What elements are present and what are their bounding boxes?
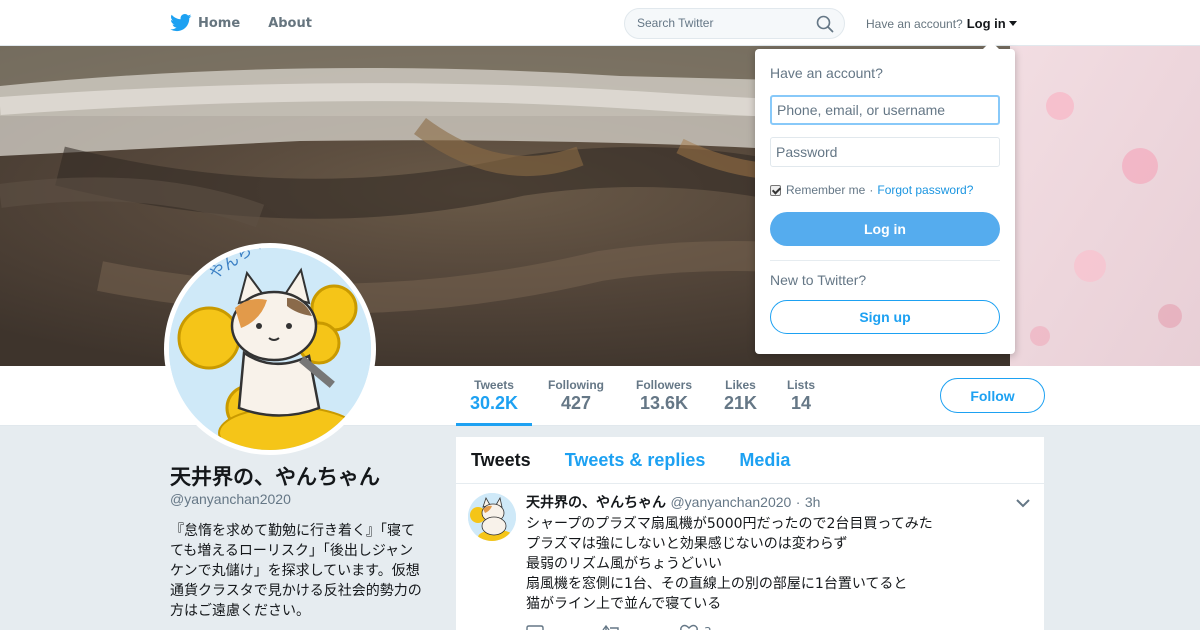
tweet-line: シャープのプラズマ扇風機が5000円だったので2台目買ってみた <box>526 516 933 532</box>
nav-home-link[interactable]: Home <box>170 14 240 32</box>
bio-line: 『怠惰を求めて勤勉に行き着く』「寝て <box>170 523 415 539</box>
stat-label: Likes <box>725 378 756 392</box>
new-to-twitter-text: New to Twitter? <box>770 272 867 288</box>
reply-icon[interactable] <box>526 624 544 630</box>
login-menu-trigger[interactable]: Have an account? Log in <box>866 16 1017 31</box>
stat-following[interactable]: Following 427 <box>548 378 604 414</box>
bio-line: 通貨クラスタで見かける反社会的勢力の <box>170 583 422 599</box>
stat-value: 14 <box>790 393 812 413</box>
nav-left: Home About <box>170 0 340 46</box>
stat-label: Followers <box>636 378 693 392</box>
like-count: 3 <box>704 625 712 630</box>
reply-action[interactable] <box>526 624 544 630</box>
signup-button[interactable]: Sign up <box>770 300 1000 334</box>
tweet-actions: 3 <box>526 624 770 630</box>
tweet-author-name[interactable]: 天井界の、やんちゃん <box>526 495 666 511</box>
stat-value: 30.2K <box>470 393 519 413</box>
stat-likes[interactable]: Likes 21K <box>724 378 757 414</box>
stat-label: Lists <box>787 378 816 392</box>
dropdown-title: Have an account? <box>770 65 883 81</box>
twitter-bird-icon <box>170 14 192 32</box>
caret-down-icon[interactable] <box>1008 21 1017 26</box>
stat-followers[interactable]: Followers 13.6K <box>636 378 692 414</box>
tab-tweets[interactable]: Tweets <box>471 450 531 471</box>
tweet[interactable]: 天井界の、やんちゃん @yanyanchan2020 · 3h シャープのプラズ… <box>456 484 1044 630</box>
tweet-dot: · <box>795 494 801 510</box>
stat-value: 13.6K <box>639 393 689 413</box>
login-button[interactable]: Log in <box>770 212 1000 246</box>
forgot-password-link[interactable]: Forgot password? <box>877 183 973 197</box>
search-input[interactable] <box>637 16 807 30</box>
avatar-image: やんちゃん <box>169 248 371 450</box>
profile-avatar[interactable]: やんちゃん <box>164 243 376 455</box>
stat-label: Tweets <box>474 378 514 392</box>
tweet-line: 扇風機を窓側に1台、その直線上の別の部屋に1台置いてると <box>526 576 908 592</box>
search-icon[interactable] <box>816 15 834 33</box>
top-nav-bar: Home About Have an account? Log in <box>0 0 1200 46</box>
timeline-tabs: Tweets Tweets & replies Media <box>456 437 1044 484</box>
tweet-line: プラズマは強にしないと効果感じないのは変わらず <box>526 536 848 552</box>
tweet-header: 天井界の、やんちゃん @yanyanchan2020 · 3h <box>526 492 820 512</box>
tweet-avatar[interactable] <box>468 493 516 541</box>
chevron-down-icon[interactable] <box>1016 498 1030 508</box>
profile-handle[interactable]: @yanyanchan2020 <box>170 491 291 507</box>
remember-label[interactable]: Remember me <box>786 183 865 197</box>
login-dropdown: Have an account? Remember me · Forgot pa… <box>755 41 1015 354</box>
remember-row: Remember me · Forgot password? <box>770 183 973 197</box>
profile-bio: 『怠惰を求めて勤勉に行き着く』「寝て ても増えるローリスク」「後出しジャン ケン… <box>170 521 432 621</box>
bio-line: 方はご遠慮ください。 <box>170 603 310 619</box>
timeline: Tweets Tweets & replies Media 天井界の、やんちゃん… <box>456 437 1044 630</box>
cat-illustration: やんちゃん <box>169 248 371 450</box>
like-action[interactable]: 3 <box>680 624 712 630</box>
bio-line: ケンで丸儲け」を探求しています。仮想 <box>170 563 420 579</box>
search-box[interactable] <box>624 8 845 39</box>
divider <box>770 260 1000 261</box>
stat-value: 427 <box>560 393 592 413</box>
username-input[interactable] <box>770 95 1000 125</box>
password-input[interactable] <box>770 137 1000 167</box>
tweet-line: 猫がライン上で並んで寝ている <box>526 596 722 612</box>
tab-tweets-replies[interactable]: Tweets & replies <box>565 450 706 471</box>
stat-value: 21K <box>724 393 758 413</box>
profile-name[interactable]: 天井界の、やんちゃん <box>170 461 380 491</box>
tweet-author-handle[interactable]: @yanyanchan2020 <box>670 494 791 510</box>
stat-lists[interactable]: Lists 14 <box>787 378 815 414</box>
nav-about-link[interactable]: About <box>268 16 312 31</box>
tweet-avatar-image <box>468 493 516 541</box>
tweet-line: 最弱のリズム風がちょうどいい <box>526 556 722 572</box>
retweet-action[interactable] <box>602 624 622 630</box>
have-account-text: Have an account? <box>866 16 963 31</box>
bio-line: ても増えるローリスク」「後出しジャン <box>170 543 414 559</box>
tab-media[interactable]: Media <box>739 450 790 471</box>
separator-dot: · <box>869 183 874 197</box>
stat-tweets[interactable]: Tweets 30.2K <box>455 378 533 426</box>
stat-label: Following <box>548 378 604 392</box>
tweet-time[interactable]: 3h <box>805 494 821 510</box>
nav-about-label: About <box>268 15 312 31</box>
nav-home-label: Home <box>198 15 241 31</box>
retweet-icon[interactable] <box>602 624 622 630</box>
follow-button[interactable]: Follow <box>940 378 1045 413</box>
login-link[interactable]: Log in <box>967 16 1006 31</box>
tweet-text: シャープのプラズマ扇風機が5000円だったので2台目買ってみた プラズマは強にし… <box>526 514 933 614</box>
remember-checkbox[interactable] <box>770 184 781 196</box>
like-icon[interactable] <box>680 624 698 630</box>
